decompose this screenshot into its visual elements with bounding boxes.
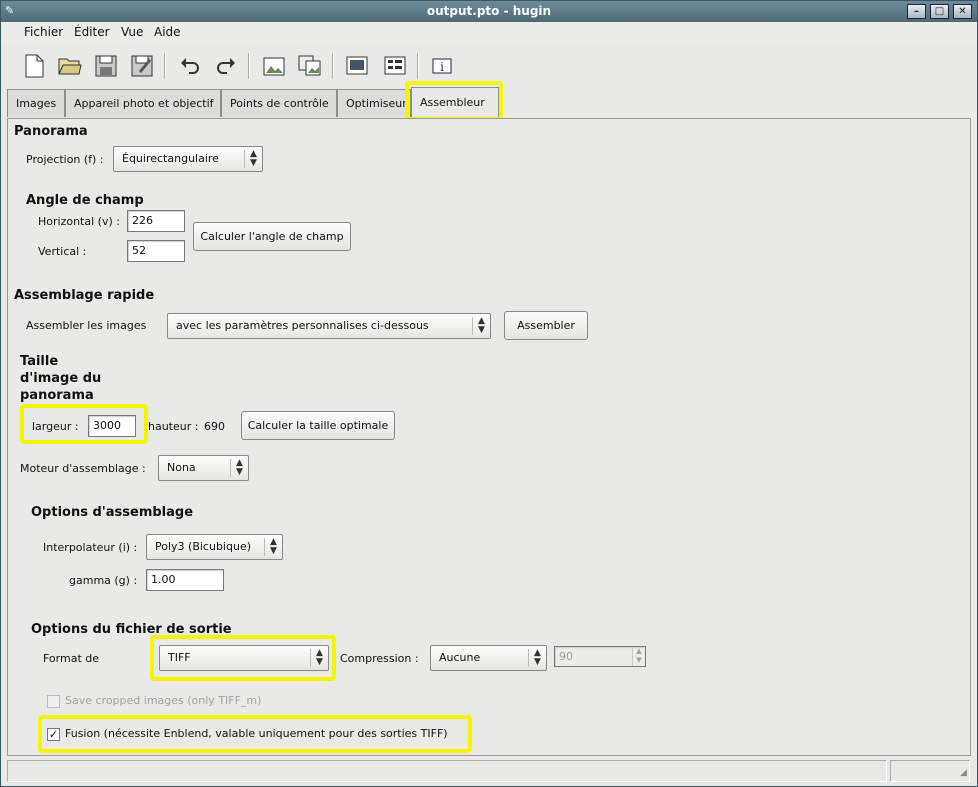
toolbar-separator xyxy=(248,53,250,79)
chevron-updown-icon: ▲ ▼ xyxy=(244,150,262,168)
quality-value: 90 xyxy=(559,650,573,663)
projection-label: Projection (f) : xyxy=(26,153,104,166)
engine-label: Moteur d'assemblage : xyxy=(20,462,146,475)
projection-select[interactable]: Équirectangulaire ▲ ▼ xyxy=(113,146,263,172)
main-window: ✎ output.pto - hugin – □ ✕ Fichier Édite… xyxy=(0,0,978,787)
width-label: largeur : xyxy=(32,420,79,433)
quick-stitch-heading: Assemblage rapide xyxy=(14,288,155,303)
stitch-mode-value: avec les paramètres personnalises ci-des… xyxy=(176,319,429,332)
stitch-images-label: Assembler les images xyxy=(26,319,147,332)
format-label: Format de xyxy=(43,652,100,665)
height-label: hauteur : xyxy=(148,420,199,433)
add-image-icon[interactable] xyxy=(260,52,288,80)
horizontal-fov-input[interactable]: 226 xyxy=(127,210,185,232)
interpolator-select[interactable]: Poly3 (Bicubique) ▲ ▼ xyxy=(146,534,283,560)
tab-stitcher[interactable]: Assembleur xyxy=(411,87,499,118)
horizontal-label: Horizontal (v) : xyxy=(38,215,120,228)
status-text-area xyxy=(7,760,887,782)
save-cropped-checkbox[interactable] xyxy=(47,695,60,708)
tab-control-points[interactable]: Points de contrôle xyxy=(221,89,337,117)
status-secondary-area xyxy=(890,760,970,782)
fusion-checkbox[interactable]: ✓ xyxy=(47,728,60,741)
interpolator-label: Interpolateur (i) : xyxy=(43,541,138,554)
compression-value: Aucune xyxy=(439,651,481,664)
calc-fov-button[interactable]: Calculer l'angle de champ xyxy=(193,222,351,251)
undo-icon[interactable] xyxy=(176,52,204,80)
open-folder-icon[interactable] xyxy=(56,52,84,80)
stitch-mode-select[interactable]: avec les paramètres personnalises ci-des… xyxy=(167,313,491,339)
chevron-updown-icon: ▲ ▼ xyxy=(310,649,328,667)
tab-camera-lens[interactable]: Appareil photo et objectif xyxy=(65,89,221,117)
height-value: 690 xyxy=(204,420,225,433)
format-value: TIFF xyxy=(168,651,191,664)
add-images-series-icon[interactable] xyxy=(296,52,324,80)
format-select[interactable]: TIFF ▲ ▼ xyxy=(159,645,329,671)
status-bar: ◢ xyxy=(7,760,971,784)
chevron-updown-icon: ▲ ▼ xyxy=(264,538,282,556)
preview-icon[interactable] xyxy=(343,52,371,80)
window-title: output.pto - hugin xyxy=(426,4,552,18)
optimal-size-button[interactable]: Calculer la taille optimale xyxy=(241,411,395,440)
save-as-icon[interactable] xyxy=(128,52,156,80)
gamma-label: gamma (g) : xyxy=(69,574,138,587)
menu-vue[interactable]: Vue xyxy=(121,25,143,39)
stitch-button[interactable]: Assembler xyxy=(504,311,588,340)
stitcher-panel: Panorama Projection (f) : Équirectangula… xyxy=(7,118,971,756)
menu-bar: Fichier Éditer Vue Aide xyxy=(1,22,977,43)
gamma-input[interactable]: 1.00 xyxy=(146,569,224,591)
chevron-updown-icon: ▲ ▼ xyxy=(230,459,248,477)
info-icon[interactable]: i xyxy=(428,52,456,80)
tab-images[interactable]: Images xyxy=(7,89,65,117)
interpolator-value: Poly3 (Bicubique) xyxy=(155,540,251,553)
size-heading-line2: d'image du xyxy=(20,371,102,386)
compression-select[interactable]: Aucune ▲ ▼ xyxy=(430,645,547,671)
checkmark-icon: ✓ xyxy=(48,728,59,741)
engine-value: Nona xyxy=(167,461,196,474)
vertical-label: Vertical : xyxy=(38,245,87,258)
panorama-heading: Panorama xyxy=(14,124,88,139)
angle-heading: Angle de champ xyxy=(26,193,144,208)
new-document-icon[interactable] xyxy=(20,52,48,80)
minimize-button[interactable]: – xyxy=(907,4,926,19)
vertical-fov-input[interactable]: 52 xyxy=(127,240,185,262)
chevron-updown-icon: ▲ ▼ xyxy=(472,317,490,335)
tab-bar: Images Appareil photo et objectif Points… xyxy=(1,81,977,121)
engine-select[interactable]: Nona ▲ ▼ xyxy=(158,455,249,481)
stitch-options-heading: Options d'assemblage xyxy=(31,505,194,520)
resize-grip-icon[interactable]: ◢ xyxy=(960,768,967,778)
quality-spinner[interactable]: 90 ▲ ▼ xyxy=(554,646,646,667)
tab-optimizer[interactable]: Optimiseur xyxy=(337,89,411,117)
size-heading-line3: panorama xyxy=(20,388,94,403)
projection-value: Équirectangulaire xyxy=(122,152,219,165)
close-button[interactable]: ✕ xyxy=(953,4,972,19)
save-cropped-label: Save cropped images (only TIFF_m) xyxy=(65,694,262,707)
toolbar-separator xyxy=(417,53,419,79)
title-bar[interactable]: ✎ output.pto - hugin – □ ✕ xyxy=(1,1,977,22)
save-icon[interactable] xyxy=(92,52,120,80)
toolbar-separator xyxy=(164,53,166,79)
toolbar: i xyxy=(1,45,977,85)
fusion-label: Fusion (nécessite Enblend, valable uniqu… xyxy=(65,727,448,740)
menu-fichier[interactable]: Fichier xyxy=(24,25,63,39)
menu-aide[interactable]: Aide xyxy=(154,25,181,39)
size-heading-line1: Taille xyxy=(20,354,59,369)
width-input[interactable]: 3000 xyxy=(88,415,136,437)
svg-text:i: i xyxy=(440,60,444,74)
compression-label: Compression : xyxy=(340,652,419,665)
menu-editer[interactable]: Éditer xyxy=(74,25,110,39)
output-options-heading: Options du fichier de sortie xyxy=(31,622,232,637)
maximize-button[interactable]: □ xyxy=(930,4,949,19)
chevron-updown-icon: ▲ ▼ xyxy=(528,649,546,667)
redo-icon[interactable] xyxy=(212,52,240,80)
panorama-editor-icon[interactable] xyxy=(381,52,409,80)
toolbar-separator xyxy=(332,53,334,79)
spinner-arrows-icon[interactable]: ▲ ▼ xyxy=(632,647,645,666)
